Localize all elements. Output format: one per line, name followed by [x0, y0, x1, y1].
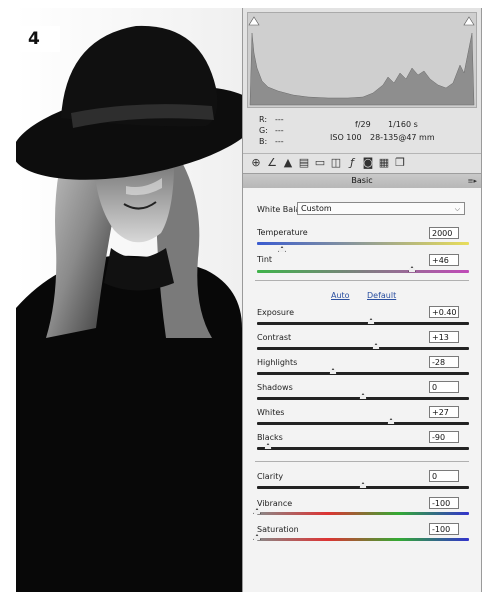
tint-slider-thumb[interactable] — [407, 266, 416, 272]
clarity-field[interactable]: 0 — [429, 470, 459, 482]
divider — [255, 280, 469, 281]
effects-fx-tab-icon[interactable]: ƒ — [345, 156, 359, 169]
whites-slider-thumb[interactable] — [386, 418, 395, 424]
shadows-label: Shadows — [257, 383, 293, 392]
g-value: --- — [275, 126, 284, 135]
white-balance-value: Custom — [301, 204, 332, 213]
g-label: G: — [259, 126, 268, 135]
divider — [255, 461, 469, 462]
snapshots-tab-icon[interactable]: ❐ — [393, 156, 407, 169]
panel-menu-icon[interactable]: ≡▸ — [468, 174, 477, 188]
shadows-field[interactable]: 0 — [429, 381, 459, 393]
presets-tab-icon[interactable]: ▦ — [377, 156, 391, 169]
default-link[interactable]: Default — [367, 291, 396, 300]
tint-slider-track[interactable] — [257, 270, 469, 273]
blacks-label: Blacks — [257, 433, 283, 442]
contrast-field[interactable]: +13 — [429, 331, 459, 343]
tone-curve-tab-icon[interactable]: ∠ — [265, 156, 279, 169]
saturation-slider-thumb[interactable] — [253, 534, 261, 540]
portrait-image — [16, 8, 242, 592]
temperature-slider-track[interactable] — [257, 242, 469, 245]
clarity-slider-thumb[interactable] — [359, 482, 367, 488]
iso-text: ISO 100 — [330, 133, 362, 142]
r-value: --- — [275, 115, 284, 124]
highlights-slider-thumb[interactable] — [329, 368, 338, 374]
detail-tab-icon[interactable]: ▲ — [281, 156, 295, 169]
histogram-graph — [248, 16, 475, 106]
shadow-clipping-icon[interactable] — [248, 16, 260, 26]
exposure-slider-thumb[interactable] — [367, 318, 376, 324]
exposure-slider-track[interactable] — [257, 322, 469, 325]
highlights-field[interactable]: -28 — [429, 356, 459, 368]
camera-calibration-tab-icon[interactable]: ◙ — [361, 156, 375, 169]
white-balance-select[interactable]: Custom ⌵ — [297, 202, 465, 215]
hsl-tab-icon[interactable]: ▤ — [297, 156, 311, 169]
highlight-clipping-icon[interactable] — [463, 16, 475, 26]
panel-tabs: ⊕ ∠ ▲ ▤ ▭ ◫ ƒ ◙ ▦ ❐ — [243, 153, 481, 172]
step-number-badge: 4 — [16, 26, 60, 52]
clarity-label: Clarity — [257, 472, 284, 481]
highlights-label: Highlights — [257, 358, 298, 367]
shutter-text: 1/160 s — [388, 120, 418, 129]
chevron-down-icon: ⌵ — [454, 205, 460, 213]
basic-tab-icon[interactable]: ⊕ — [249, 156, 263, 169]
temperature-slider-thumb[interactable] — [278, 246, 287, 252]
panel-header: Basic ≡▸ — [243, 173, 481, 189]
lens-text: 28-135@47 mm — [370, 133, 435, 142]
temperature-field[interactable]: 2000 — [429, 227, 459, 239]
lens-corrections-tab-icon[interactable]: ◫ — [329, 156, 343, 169]
r-label: R: — [259, 115, 268, 124]
b-label: B: — [259, 137, 268, 146]
photo-preview — [16, 8, 242, 592]
contrast-slider-track[interactable] — [257, 347, 469, 350]
vibrance-field[interactable]: -100 — [429, 497, 459, 509]
blacks-slider-thumb[interactable] — [263, 443, 272, 449]
blacks-field[interactable]: -90 — [429, 431, 459, 443]
image-info: R: --- G: --- B: --- f/29 1/160 s ISO 10… — [243, 112, 481, 152]
exposure-field[interactable]: +0.40 — [429, 306, 459, 318]
basic-panel-body: White Balance: Custom ⌵ Temperature 2000… — [243, 188, 481, 592]
exposure-label: Exposure — [257, 308, 295, 317]
tint-label: Tint — [257, 255, 273, 264]
highlights-slider-track[interactable] — [257, 372, 469, 375]
saturation-label: Saturation — [257, 525, 299, 534]
split-toning-tab-icon[interactable]: ▭ — [313, 156, 327, 169]
blacks-slider-track[interactable] — [257, 447, 469, 450]
shadows-slider-thumb[interactable] — [359, 393, 367, 399]
vibrance-label: Vibrance — [257, 499, 293, 508]
contrast-label: Contrast — [257, 333, 292, 342]
whites-label: Whites — [257, 408, 285, 417]
saturation-slider-track[interactable] — [257, 538, 469, 541]
histogram-curve — [249, 32, 475, 106]
panel-title: Basic — [351, 176, 373, 185]
b-value: --- — [275, 137, 284, 146]
histogram — [247, 12, 477, 108]
whites-field[interactable]: +27 — [429, 406, 459, 418]
tint-field[interactable]: +46 — [429, 254, 459, 266]
camera-raw-panel: R: --- G: --- B: --- f/29 1/160 s ISO 10… — [242, 8, 482, 592]
saturation-field[interactable]: -100 — [429, 523, 459, 535]
temperature-label: Temperature — [257, 228, 308, 237]
contrast-slider-thumb[interactable] — [371, 343, 380, 349]
whites-slider-track[interactable] — [257, 422, 469, 425]
vibrance-slider-track[interactable] — [257, 512, 469, 515]
vibrance-slider-thumb[interactable] — [253, 508, 261, 514]
aperture-text: f/29 — [355, 120, 371, 129]
auto-link[interactable]: Auto — [331, 291, 350, 300]
